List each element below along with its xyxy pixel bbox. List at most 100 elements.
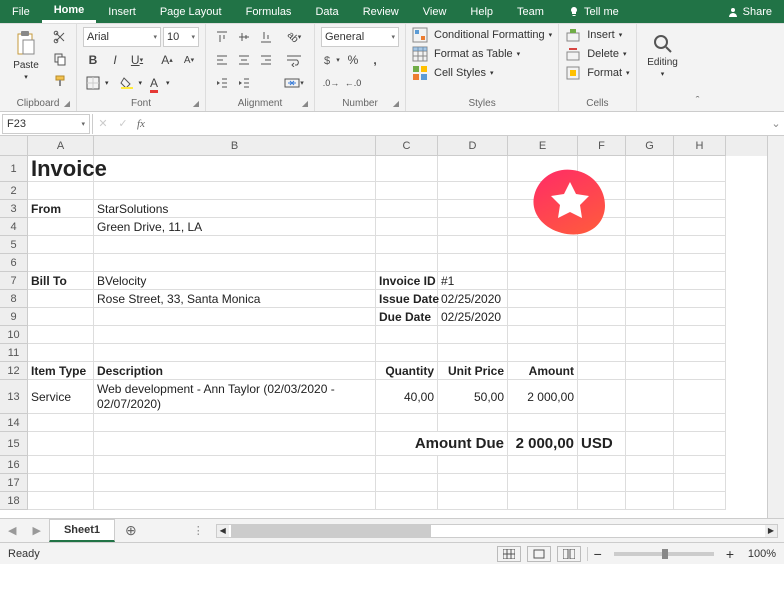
cell-styles-button[interactable]: Cell Styles▾ (412, 65, 552, 81)
col-header-B[interactable]: B (94, 136, 376, 156)
cell-D9[interactable]: 02/25/2020 (438, 308, 508, 326)
cell-C7[interactable]: Invoice ID (376, 272, 438, 290)
cell-G14[interactable] (626, 414, 674, 432)
italic-button[interactable]: I (105, 50, 125, 70)
cell-E7[interactable] (508, 272, 578, 290)
conditional-formatting-button[interactable]: Conditional Formatting▾ (412, 27, 552, 43)
cell-H18[interactable] (674, 492, 726, 510)
comma-button[interactable]: , (365, 50, 385, 70)
format-as-table-button[interactable]: Format as Table▾ (412, 46, 552, 62)
cell-B3[interactable]: StarSolutions (94, 200, 376, 218)
format-cells-button[interactable]: Format▾ (565, 65, 629, 81)
cell-F14[interactable] (578, 414, 626, 432)
cell-G7[interactable] (626, 272, 674, 290)
cell-E6[interactable] (508, 254, 578, 272)
cell-H6[interactable] (674, 254, 726, 272)
cell-F9[interactable] (578, 308, 626, 326)
cell-A8[interactable] (28, 290, 94, 308)
row-header-13[interactable]: 13 (0, 380, 28, 414)
merge-button[interactable]: ▾ (280, 73, 308, 93)
number-format-select[interactable]: General▾ (321, 27, 399, 47)
menu-review[interactable]: Review (351, 1, 411, 23)
select-all-corner[interactable] (0, 136, 28, 156)
cell-A2[interactable] (28, 182, 94, 200)
insert-cells-button[interactable]: Insert▾ (565, 27, 629, 43)
paste-button[interactable]: Paste ▾ (6, 27, 46, 83)
cell-F17[interactable] (578, 474, 626, 492)
menu-insert[interactable]: Insert (96, 1, 148, 23)
zoom-slider[interactable] (614, 552, 714, 556)
cell-E15[interactable]: 2 000,00 (508, 432, 578, 456)
row-header-18[interactable]: 18 (0, 492, 28, 510)
cell-F5[interactable] (578, 236, 626, 254)
cell-C10[interactable] (376, 326, 438, 344)
cell-C9[interactable]: Due Date (376, 308, 438, 326)
hscroll-thumb[interactable] (231, 525, 431, 537)
menu-tellme[interactable]: Tell me (556, 1, 631, 23)
spreadsheet-grid[interactable]: A B C D E F G H 1Invoice23FromStarSoluti… (0, 136, 767, 518)
borders-button[interactable] (83, 73, 103, 93)
row-header-3[interactable]: 3 (0, 200, 28, 218)
cell-B2[interactable] (94, 182, 376, 200)
cell-A4[interactable] (28, 218, 94, 236)
cell-G17[interactable] (626, 474, 674, 492)
cell-B1[interactable] (94, 156, 376, 182)
cell-B4[interactable]: Green Drive, 11, LA (94, 218, 376, 236)
cell-H15[interactable] (674, 432, 726, 456)
cell-C12[interactable]: Quantity (376, 362, 438, 380)
cell-D14[interactable] (438, 414, 508, 432)
col-header-C[interactable]: C (376, 136, 438, 156)
cell-B11[interactable] (94, 344, 376, 362)
cell-H14[interactable] (674, 414, 726, 432)
row-header-11[interactable]: 11 (0, 344, 28, 362)
col-header-E[interactable]: E (508, 136, 578, 156)
cell-E8[interactable] (508, 290, 578, 308)
cell-C16[interactable] (376, 456, 438, 474)
tab-split[interactable]: ⋮ (187, 524, 210, 537)
cell-A3[interactable]: From (28, 200, 94, 218)
row-header-9[interactable]: 9 (0, 308, 28, 326)
cell-H5[interactable] (674, 236, 726, 254)
cell-G3[interactable] (626, 200, 674, 218)
name-box[interactable]: F23▾ (2, 114, 90, 134)
cell-G5[interactable] (626, 236, 674, 254)
orientation-button[interactable]: ab▾ (280, 27, 308, 47)
wrap-text-button[interactable] (280, 50, 308, 70)
align-bottom-button[interactable] (256, 27, 276, 47)
fill-color-button[interactable] (117, 73, 137, 93)
cell-C6[interactable] (376, 254, 438, 272)
cell-CD15[interactable]: Amount Due (376, 432, 508, 456)
cell-C11[interactable] (376, 344, 438, 362)
cell-D4[interactable] (438, 218, 508, 236)
menu-page-layout[interactable]: Page Layout (148, 1, 234, 23)
cell-H2[interactable] (674, 182, 726, 200)
menu-view[interactable]: View (411, 1, 459, 23)
vertical-scrollbar[interactable] (767, 136, 784, 518)
cell-C3[interactable] (376, 200, 438, 218)
cell-A15[interactable] (28, 432, 94, 456)
cell-D18[interactable] (438, 492, 508, 510)
cell-F10[interactable] (578, 326, 626, 344)
cell-D16[interactable] (438, 456, 508, 474)
cell-B18[interactable] (94, 492, 376, 510)
accounting-button[interactable]: $▾ (321, 50, 341, 70)
bold-button[interactable]: B (83, 50, 103, 70)
zoom-out-button[interactable]: − (594, 546, 602, 562)
cell-D1[interactable] (438, 156, 508, 182)
menu-file[interactable]: File (0, 0, 42, 23)
col-header-A[interactable]: A (28, 136, 94, 156)
cell-B17[interactable] (94, 474, 376, 492)
cell-E18[interactable] (508, 492, 578, 510)
increase-font-button[interactable]: A▴ (157, 50, 177, 70)
font-name-select[interactable]: Arial▾ (83, 27, 161, 47)
dialog-launcher-icon[interactable]: ◢ (62, 99, 72, 109)
delete-cells-button[interactable]: Delete▾ (565, 46, 629, 62)
cell-D6[interactable] (438, 254, 508, 272)
cell-C4[interactable] (376, 218, 438, 236)
cell-G18[interactable] (626, 492, 674, 510)
cell-F7[interactable] (578, 272, 626, 290)
editing-button[interactable]: Editing ▾ (643, 27, 683, 83)
cell-H11[interactable] (674, 344, 726, 362)
cell-G16[interactable] (626, 456, 674, 474)
cell-D13[interactable]: 50,00 (438, 380, 508, 414)
